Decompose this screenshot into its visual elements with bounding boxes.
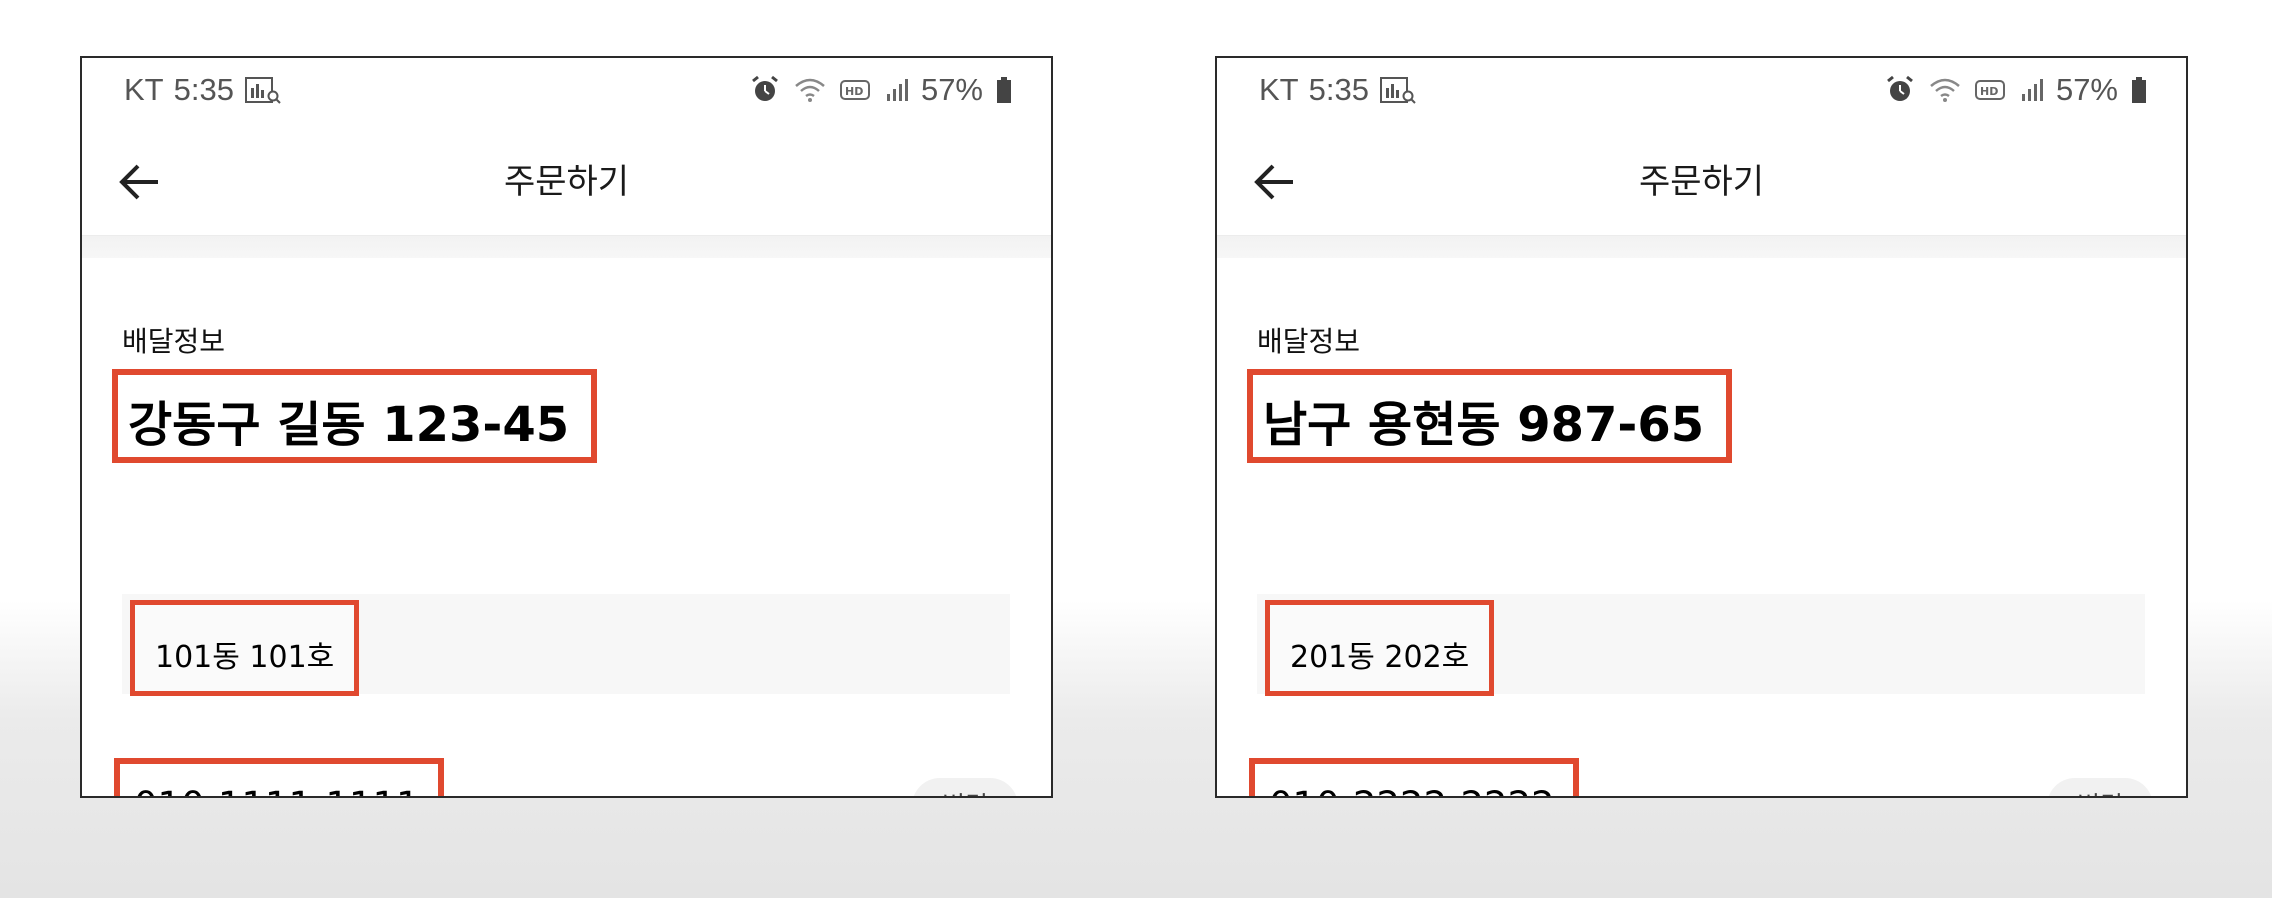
status-time: 5:35 <box>1308 72 1369 107</box>
delivery-address: 강동구 길동 123-45 <box>112 369 598 463</box>
address-detail-value[interactable]: 101동 101호 <box>130 600 360 696</box>
phone-number: 010-2222-2222 <box>1249 758 1579 796</box>
address-detail-value[interactable]: 201동 202호 <box>1265 600 1495 696</box>
header-divider <box>1217 236 2186 258</box>
page-title: 주문하기 <box>1638 162 1765 202</box>
phone-number: 010-1111-1111 <box>114 758 444 796</box>
app-header: 주문하기 <box>82 124 1051 236</box>
status-bar: KT 5:35 HD 57% <box>82 58 1051 124</box>
header-divider <box>82 236 1051 258</box>
wifi-icon <box>793 76 827 104</box>
phone-screen-right: KT 5:35 HD 57% 주문하기 배달정보 남구 용현동 987-65 2… <box>1215 56 2188 798</box>
page-title: 주문하기 <box>503 162 630 202</box>
analytics-icon <box>1379 75 1417 105</box>
status-time: 5:35 <box>173 72 234 107</box>
app-header: 주문하기 <box>1217 124 2186 236</box>
svg-text:HD: HD <box>1980 85 1998 98</box>
svg-text:HD: HD <box>845 85 863 98</box>
hd-icon: HD <box>839 76 873 104</box>
phone-screen-left: KT 5:35 HD 57% 주문하기 배달정보 강동구 길동 123-45 1… <box>80 56 1053 798</box>
analytics-icon <box>244 75 282 105</box>
wifi-icon <box>1928 76 1962 104</box>
delivery-info-label: 배달정보 <box>1257 325 1361 358</box>
change-phone-button[interactable]: 변경 <box>2047 778 2153 796</box>
alarm-icon <box>1884 75 1916 105</box>
signal-icon <box>885 76 909 104</box>
battery-percent: 57% <box>920 72 983 107</box>
carrier-label: KT <box>1259 72 1299 107</box>
change-phone-button[interactable]: 변경 <box>912 778 1018 796</box>
signal-icon <box>2020 76 2044 104</box>
alarm-icon <box>749 75 781 105</box>
battery-icon <box>2130 75 2148 105</box>
battery-icon <box>995 75 1013 105</box>
battery-percent: 57% <box>2055 72 2118 107</box>
carrier-label: KT <box>124 72 164 107</box>
delivery-address: 남구 용현동 987-65 <box>1247 369 1733 463</box>
status-bar: KT 5:35 HD 57% <box>1217 58 2186 124</box>
hd-icon: HD <box>1974 76 2008 104</box>
delivery-info-label: 배달정보 <box>122 325 226 358</box>
